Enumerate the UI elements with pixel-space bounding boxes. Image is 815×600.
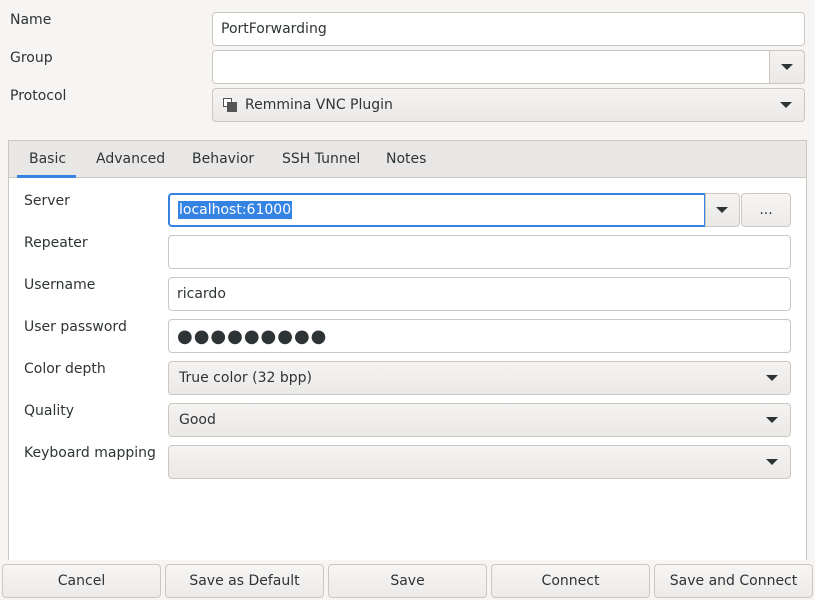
save-label: Save	[390, 573, 425, 589]
tab-advanced[interactable]: Advanced	[96, 151, 165, 167]
keyboard-mapping-label: Keyboard mapping	[24, 445, 156, 461]
server-browse-button[interactable]: ...	[741, 193, 791, 227]
chevron-down-icon	[766, 375, 778, 381]
username-value: ricardo	[177, 286, 226, 302]
color-depth-select[interactable]: True color (32 bpp)	[168, 361, 791, 395]
password-label: User password	[24, 319, 127, 335]
username-label: Username	[24, 277, 96, 293]
server-value: localhost:61000	[178, 201, 293, 219]
protocol-label: Protocol	[10, 88, 67, 104]
chevron-down-icon	[716, 207, 728, 213]
more-label: ...	[759, 202, 773, 218]
quality-label: Quality	[24, 403, 75, 419]
vnc-plugin-icon	[223, 98, 237, 112]
chevron-down-icon	[766, 459, 778, 465]
active-tab-indicator	[17, 175, 76, 178]
cancel-label: Cancel	[57, 573, 106, 589]
password-value: ●●●●●●●●●	[177, 325, 328, 347]
repeater-label: Repeater	[24, 235, 88, 251]
protocol-value: Remmina VNC Plugin	[245, 97, 393, 113]
quality-value: Good	[179, 412, 216, 428]
tab-notes[interactable]: Notes	[386, 151, 426, 167]
quality-select[interactable]: Good	[168, 403, 791, 437]
server-label: Server	[24, 193, 70, 209]
name-label: Name	[10, 12, 52, 28]
server-input[interactable]: localhost:61000	[168, 193, 706, 227]
chevron-down-icon	[766, 417, 778, 423]
tab-basic[interactable]: Basic	[29, 151, 66, 167]
name-field[interactable]: PortForwarding	[212, 12, 805, 46]
chevron-down-icon	[781, 64, 793, 70]
color-depth-label: Color depth	[24, 361, 106, 377]
protocol-select[interactable]: Remmina VNC Plugin	[212, 88, 805, 122]
name-value: PortForwarding	[221, 21, 327, 37]
username-input[interactable]: ricardo	[168, 277, 791, 311]
repeater-input[interactable]	[168, 235, 791, 269]
server-history-dropdown[interactable]	[705, 193, 740, 227]
group-label: Group	[10, 50, 53, 66]
save-as-default-label: Save as Default	[189, 573, 300, 589]
chevron-down-icon	[780, 102, 792, 108]
color-depth-value: True color (32 bpp)	[179, 370, 312, 386]
group-dropdown-button[interactable]	[769, 50, 805, 84]
save-button[interactable]: Save	[328, 564, 487, 598]
group-field[interactable]	[212, 50, 770, 84]
tab-bar: Basic Advanced Behavior SSH Tunnel Notes	[9, 141, 806, 178]
connect-button[interactable]: Connect	[491, 564, 650, 598]
save-and-connect-button[interactable]: Save and Connect	[654, 564, 813, 598]
cancel-button[interactable]: Cancel	[2, 564, 161, 598]
save-as-default-button[interactable]: Save as Default	[165, 564, 324, 598]
password-input[interactable]: ●●●●●●●●●	[168, 319, 791, 353]
tab-ssh-tunnel[interactable]: SSH Tunnel	[282, 151, 360, 167]
keyboard-mapping-select[interactable]	[168, 445, 791, 479]
connect-label: Connect	[541, 573, 600, 589]
tab-behavior[interactable]: Behavior	[192, 151, 254, 167]
save-and-connect-label: Save and Connect	[669, 573, 798, 589]
